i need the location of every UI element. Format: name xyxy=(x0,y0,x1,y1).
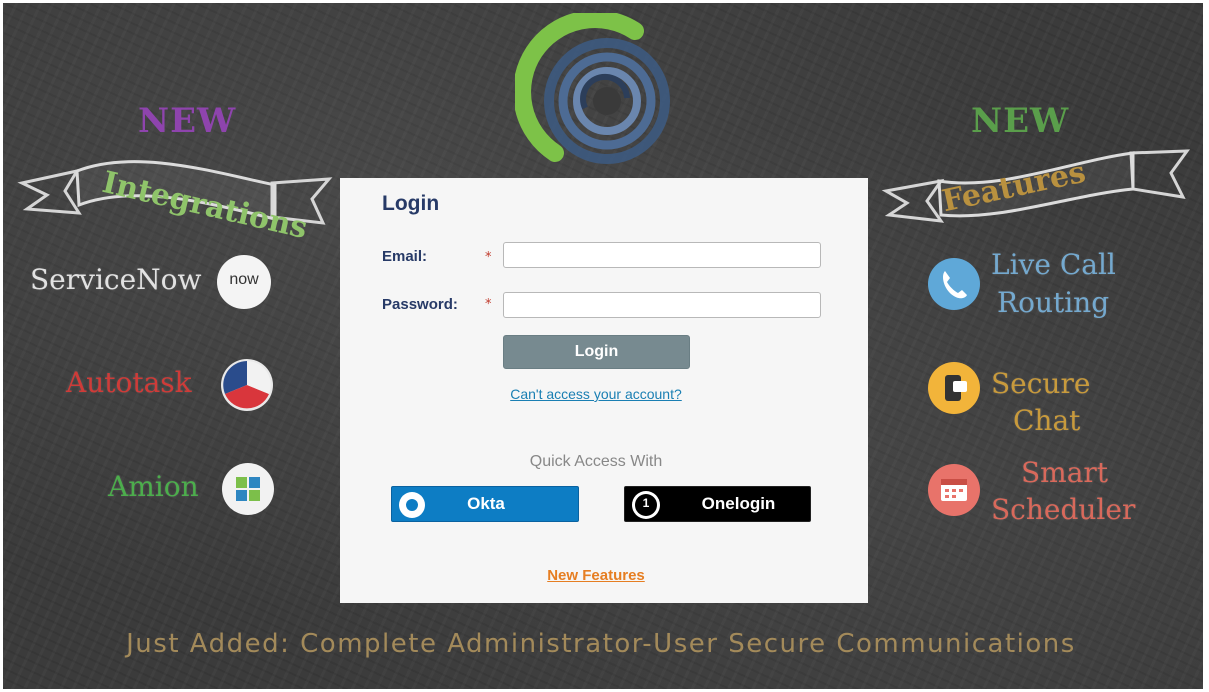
email-field[interactable] xyxy=(503,242,821,268)
new-features-link[interactable]: New Features xyxy=(340,567,852,584)
footer-announcement: Just Added: Complete Administrator-User … xyxy=(126,629,1076,659)
okta-login-button[interactable]: Okta xyxy=(391,486,579,522)
amion-icon xyxy=(222,463,274,515)
servicenow-icon: now xyxy=(217,255,271,309)
secure-chat-label-line1: Secure xyxy=(991,367,1091,400)
email-label: Email: xyxy=(382,248,428,265)
email-required-mark: * xyxy=(485,250,492,265)
login-title: Login xyxy=(382,192,440,215)
quick-access-label: Quick Access With xyxy=(529,453,663,470)
cant-access-account-link[interactable]: Can't access your account? xyxy=(340,386,852,402)
onelogin-label: Onelogin xyxy=(701,494,776,513)
smart-scheduler-label-line2: Scheduler xyxy=(991,493,1136,526)
smart-scheduler-label-line1: Smart xyxy=(1021,456,1109,489)
onelogin-login-button[interactable]: 1 Onelogin xyxy=(624,486,811,522)
servicenow-label: ServiceNow xyxy=(30,263,202,296)
app-logo xyxy=(515,13,670,164)
password-label: Password: xyxy=(382,296,458,313)
phone-icon xyxy=(928,258,980,310)
amion-label: Amion xyxy=(108,470,199,503)
autotask-label: Autotask xyxy=(66,366,192,399)
live-call-label-line1: Live Call xyxy=(991,248,1116,281)
secure-chat-label-line2: Chat xyxy=(1013,404,1081,437)
new-integrations-heading: NEW xyxy=(138,101,237,141)
login-panel: Login Email: * Password: * Login Can't a… xyxy=(340,178,868,603)
secure-chat-icon xyxy=(928,362,980,414)
password-field[interactable] xyxy=(503,292,821,318)
okta-label: Okta xyxy=(467,494,505,513)
calendar-icon xyxy=(928,464,980,516)
autotask-icon xyxy=(221,359,273,411)
password-required-mark: * xyxy=(485,297,492,312)
live-call-label-line2: Routing xyxy=(997,286,1110,319)
login-button[interactable]: Login xyxy=(503,335,690,369)
